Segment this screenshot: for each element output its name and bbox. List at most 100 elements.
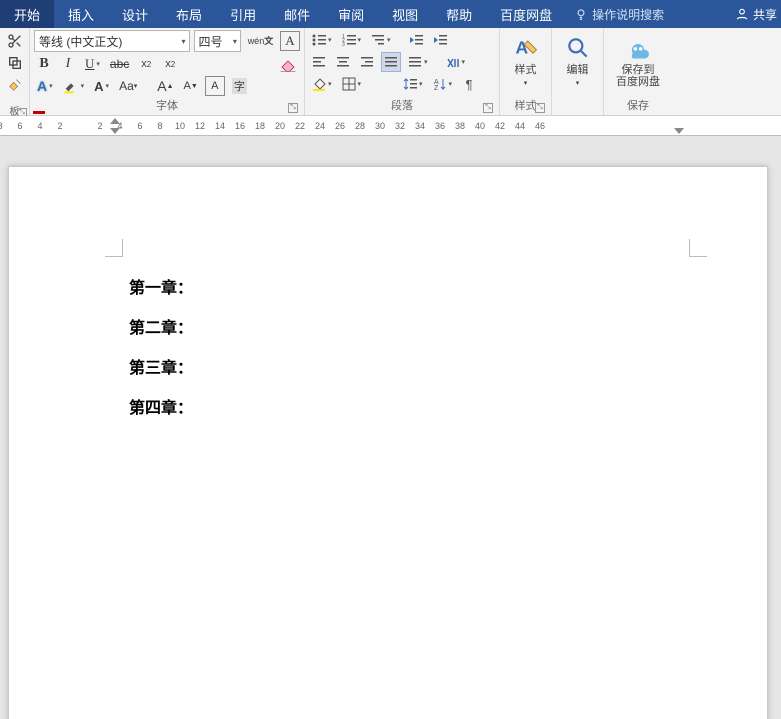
save-group-label: 保存 [627,100,649,112]
page: 第一章： 第二章： 第三章： 第四章： [8,166,768,719]
doc-line[interactable]: 第二章： [129,309,193,349]
copy-button[interactable] [4,54,26,72]
tab-insert[interactable]: 插入 [54,0,108,28]
styles-group-label: 样式 [515,100,537,112]
subscript-button[interactable]: x2 [136,54,156,74]
document-area[interactable]: 第一章： 第二章： 第三章： 第四章： [0,136,781,719]
doc-line[interactable]: 第四章： [129,389,193,429]
align-right-icon [360,55,374,69]
bullets-button[interactable] [309,30,335,50]
indent-icon [433,33,447,47]
tell-me-search[interactable]: 操作说明搜索 [574,0,664,28]
text-effects-button[interactable]: A [34,76,56,96]
superscript-button[interactable]: x2 [160,54,180,74]
font-size-select[interactable]: 四号 [194,30,241,52]
tab-mailings[interactable]: 邮件 [270,0,324,28]
paragraph-group: 123 AZ ¶ [305,28,500,115]
borders-icon [342,77,356,91]
character-shading-button[interactable]: 字 [229,76,250,96]
phonetic-guide-button[interactable]: wén文 [245,31,276,51]
paragraph-group-label: 段落 [391,100,413,112]
multilevel-list-button[interactable] [368,30,394,50]
document-body[interactable]: 第一章： 第二章： 第三章： 第四章： [129,269,193,429]
show-marks-button[interactable]: ¶ [459,74,479,94]
clear-formatting-button[interactable] [276,54,300,74]
copy-icon [7,55,23,71]
font-name-select[interactable]: 等线 (中文正文) [34,30,190,52]
right-indent-marker[interactable] [674,128,684,134]
share-button[interactable]: 共享 [735,0,777,28]
character-border-button[interactable]: A [280,31,300,51]
horizontal-ruler[interactable]: 8642246810121416182022242628303234363840… [0,116,781,136]
doc-line[interactable]: 第三章： [129,349,193,389]
align-justify-button[interactable] [381,52,401,72]
change-case-button[interactable]: Aa▾ [116,76,140,96]
align-center-button[interactable] [333,52,353,72]
borders-button[interactable] [339,74,365,94]
decrease-indent-button[interactable] [406,30,426,50]
cut-button[interactable] [4,32,26,50]
paragraph-dialog-launcher[interactable]: ⤡ [483,103,493,113]
ruler-tick: 8 [0,121,10,131]
person-icon [735,7,749,21]
numbering-button[interactable]: 123 [339,30,365,50]
align-center-icon [336,55,350,69]
font-group: 等线 (中文正文) 四号 wén文 A B I U abc x2 x2 A [30,28,305,115]
editing-button[interactable]: 编辑▾ [554,30,602,90]
font-dialog-launcher[interactable]: ⤡ [288,103,298,113]
ruler-tick: 40 [470,121,490,131]
margin-corner-tr [689,239,707,257]
align-distributed-button[interactable] [405,52,431,72]
grow-font-button[interactable]: A▲ [154,76,176,96]
ruler-tick: 24 [310,121,330,131]
tab-references[interactable]: 引用 [216,0,270,28]
styles-button[interactable]: A 样式▾ [502,30,550,90]
tab-help[interactable]: 帮助 [432,0,486,28]
sort-button[interactable]: AZ [430,74,456,94]
scissors-icon [7,33,23,49]
eraser-icon [279,56,297,72]
align-right-button[interactable] [357,52,377,72]
ruler-tick: 6 [10,121,30,131]
styles-dialog-launcher[interactable]: ⤡ [535,103,545,113]
first-line-indent-marker[interactable] [110,118,120,124]
ribbon-tabs: 开始 插入 设计 布局 引用 邮件 审阅 视图 帮助 百度网盘 操作说明搜索 共… [0,0,781,28]
tab-view[interactable]: 视图 [378,0,432,28]
asian-layout-icon [446,55,460,69]
cloud-save-icon [624,36,652,60]
shrink-font-button[interactable]: A▼ [181,76,201,96]
align-left-button[interactable] [309,52,329,72]
find-icon [565,35,591,61]
tab-home[interactable]: 开始 [0,0,54,28]
ruler-tick: 10 [170,121,190,131]
ruler-tick: 38 [450,121,470,131]
ruler-tick: 30 [370,121,390,131]
enclose-characters-button[interactable]: A [205,76,225,96]
italic-button[interactable]: I [58,54,78,74]
bold-button[interactable]: B [34,54,54,74]
save-baidu-button[interactable]: 保存到 百度网盘 [608,30,668,88]
share-label: 共享 [753,6,777,23]
increase-indent-button[interactable] [430,30,450,50]
tab-baidu[interactable]: 百度网盘 [486,0,566,28]
shading-button[interactable] [309,74,335,94]
highlight-button[interactable] [60,76,88,96]
doc-line[interactable]: 第一章： [129,269,193,309]
underline-button[interactable]: U [82,54,103,74]
left-indent-marker[interactable] [110,128,120,134]
multilevel-icon [371,33,385,47]
tab-layout[interactable]: 布局 [162,0,216,28]
margin-corner-tl [105,239,123,257]
strikethrough-button[interactable]: abc [107,54,132,74]
editing-group: 编辑▾ [552,28,604,115]
font-color-button[interactable]: A [91,76,112,96]
asian-layout-button[interactable] [443,52,469,72]
tab-design[interactable]: 设计 [108,0,162,28]
format-painter-button[interactable] [4,76,26,94]
ruler-tick: 8 [150,121,170,131]
ruler-tick: 46 [530,121,550,131]
tab-review[interactable]: 审阅 [324,0,378,28]
line-spacing-icon [403,77,417,91]
distribute-icon [408,55,422,69]
line-spacing-button[interactable] [400,74,426,94]
